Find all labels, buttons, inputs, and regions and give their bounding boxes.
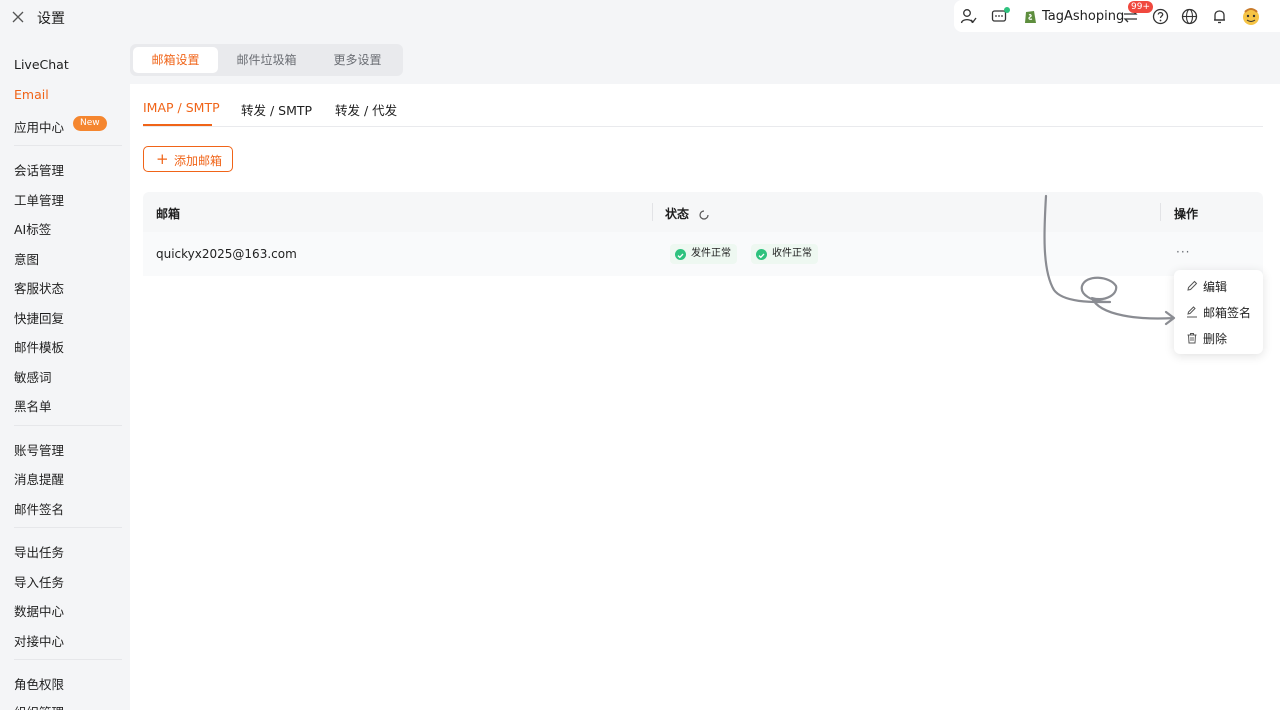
signature-icon [1186, 306, 1198, 318]
receive-status-badge: 收件正常 [751, 244, 818, 264]
sidebar-item-tickets[interactable]: 工单管理 [14, 190, 64, 209]
sidebar-item-blacklist[interactable]: 黑名单 [14, 396, 52, 415]
notification-count-badge: 99+ [1128, 1, 1153, 13]
close-icon[interactable] [10, 9, 26, 25]
sidebar-item-roles[interactable]: 角色权限 [14, 674, 64, 693]
check-circle-icon [756, 249, 767, 260]
column-actions: 操作 [1174, 207, 1199, 221]
row-email: quickyx2025@163.com [156, 247, 297, 261]
help-icon[interactable] [1152, 8, 1169, 25]
header-toolbar: TagAshoping 99+ [954, 0, 1280, 32]
segment-more-settings[interactable]: 更多设置 [315, 47, 400, 73]
column-mailbox: 邮箱 [156, 207, 181, 221]
trash-icon [1186, 332, 1198, 344]
online-indicator [1004, 7, 1010, 13]
sidebar-item-sensitive-words[interactable]: 敏感词 [14, 367, 52, 386]
sidebar-item-livechat[interactable]: LiveChat [14, 57, 69, 72]
sidebar-item-email[interactable]: Email [14, 87, 49, 102]
segment-spam[interactable]: 邮件垃圾箱 [224, 47, 309, 73]
top-bar: 设置 TagAshoping 99+ [0, 0, 1280, 34]
sidebar-divider [14, 425, 122, 426]
segment-mailbox-settings[interactable]: 邮箱设置 [133, 47, 218, 73]
column-divider [652, 203, 653, 221]
new-badge: New [73, 116, 107, 131]
sidebar-item-notifications[interactable]: 消息提醒 [14, 469, 64, 488]
pencil-icon [1186, 280, 1198, 292]
sidebar-item-quick-replies[interactable]: 快捷回复 [14, 308, 64, 327]
active-tab-indicator [143, 124, 212, 126]
sidebar-divider [14, 659, 122, 660]
sidebar-item-export-tasks[interactable]: 导出任务 [14, 542, 64, 561]
sidebar-item-data-center[interactable]: 数据中心 [14, 601, 64, 620]
add-mailbox-button[interactable]: + 添加邮箱 [143, 146, 233, 172]
tab-forward-smtp[interactable]: 转发 / SMTP [241, 100, 312, 119]
bell-icon[interactable] [1211, 8, 1228, 25]
tab-imap-smtp[interactable]: IMAP / SMTP [143, 100, 220, 115]
sidebar-divider [14, 527, 122, 528]
sidebar-item-email-signature[interactable]: 邮件签名 [14, 499, 64, 518]
column-divider [1160, 203, 1161, 221]
row-actions-menu: 编辑 邮箱签名 删除 [1174, 270, 1263, 354]
sidebar-item-agent-status[interactable]: 客服状态 [14, 278, 64, 297]
agent-status-icon[interactable] [960, 8, 977, 25]
plus-icon: + [156, 150, 169, 168]
sidebar-item-intent[interactable]: 意图 [14, 249, 39, 268]
settings-segmented-control: 邮箱设置 邮件垃圾箱 更多设置 [130, 44, 403, 76]
sidebar-divider [14, 145, 122, 146]
sidebar-item-app-center[interactable]: 应用中心 [14, 117, 64, 136]
sidebar-item-import-tasks[interactable]: 导入任务 [14, 572, 64, 591]
refresh-icon[interactable] [698, 206, 710, 220]
sidebar-item-ai-tags[interactable]: AI标签 [14, 219, 51, 238]
column-status: 状态 [665, 207, 690, 221]
sidebar-item-email-templates[interactable]: 邮件模板 [14, 337, 64, 356]
tab-forward-proxy[interactable]: 转发 / 代发 [335, 100, 397, 119]
sidebar-item-accounts[interactable]: 账号管理 [14, 440, 64, 459]
check-circle-icon [675, 249, 686, 260]
tabs-divider [143, 126, 1263, 127]
globe-icon[interactable] [1181, 8, 1198, 25]
more-actions-button[interactable]: ··· [1176, 245, 1190, 259]
table-header: 邮箱 状态 操作 [143, 192, 1263, 232]
sidebar-item-conversations[interactable]: 会话管理 [14, 160, 64, 179]
main-panel [130, 84, 1280, 710]
send-status-badge: 发件正常 [670, 244, 737, 264]
sidebar-item-integration-center[interactable]: 对接中心 [14, 631, 64, 650]
table-row: quickyx2025@163.com 发件正常 收件正常 [143, 232, 1263, 276]
shopify-icon [1022, 8, 1039, 25]
sidebar-item-organization[interactable]: 组织管理 [14, 702, 64, 710]
page-title: 设置 [37, 11, 65, 27]
avatar[interactable] [1241, 6, 1261, 26]
shop-name[interactable]: TagAshoping [1042, 9, 1124, 24]
